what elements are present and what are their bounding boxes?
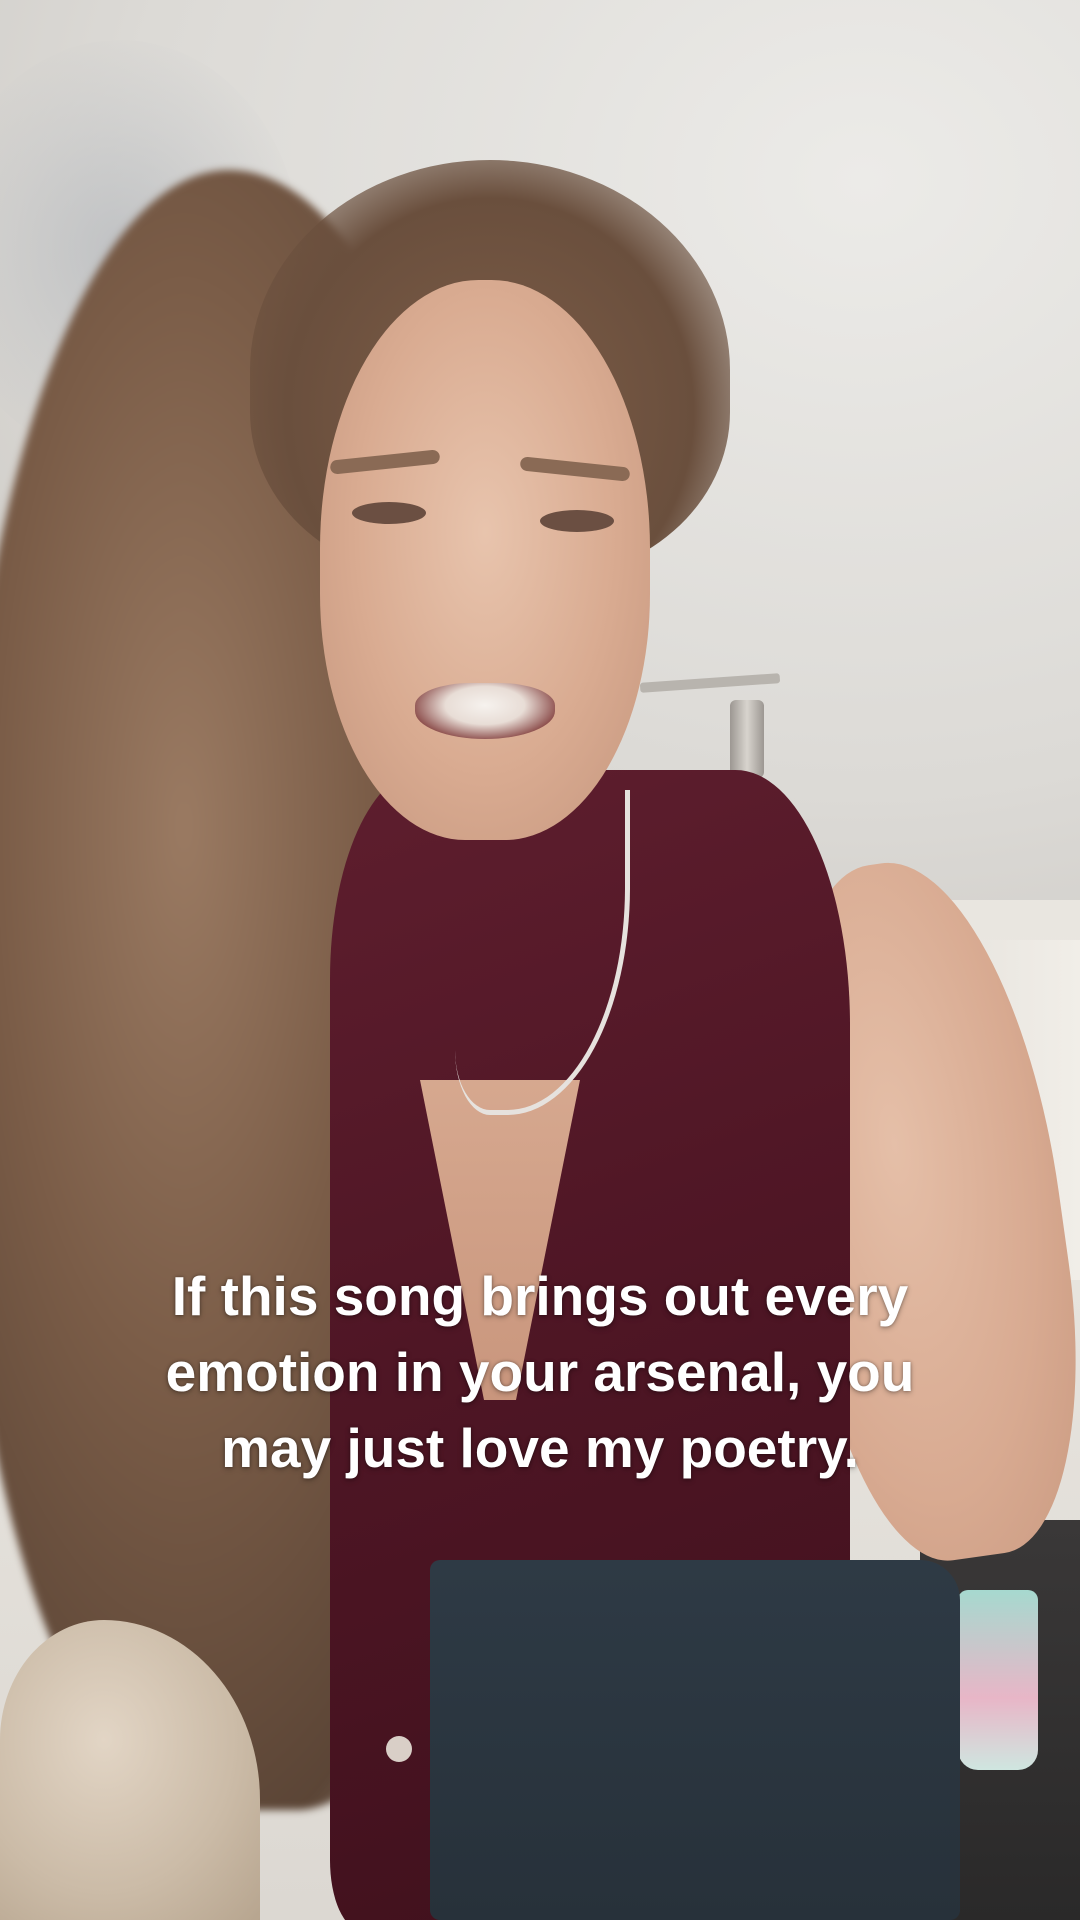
hanging-towel (958, 1590, 1038, 1770)
video-frame: If this song brings out every emotion in… (0, 0, 1080, 1920)
left-eye (352, 502, 426, 524)
face (320, 280, 650, 840)
mouth (415, 683, 555, 739)
right-eye (540, 510, 614, 532)
denim-shorts (430, 1560, 960, 1920)
track-light-head (730, 700, 764, 778)
caption-overlay: If this song brings out every emotion in… (165, 1265, 915, 1479)
vest-button (386, 1736, 412, 1762)
